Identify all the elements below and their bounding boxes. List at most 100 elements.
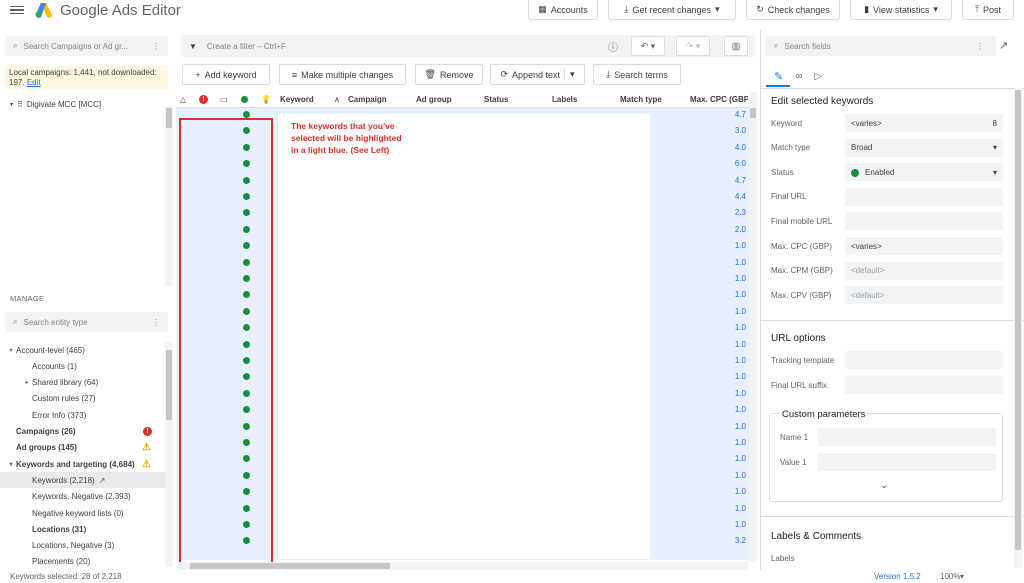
entity-item[interactable]: Campaigns (26)! <box>0 424 165 440</box>
max-cpc-cell[interactable]: 1.0 <box>722 323 746 332</box>
entity-item[interactable]: Custom rules (27) <box>0 391 165 407</box>
search-terms-button[interactable]: ⤓ Search terms <box>593 64 681 85</box>
field-value[interactable] <box>845 212 1003 231</box>
value1-value[interactable] <box>818 453 996 471</box>
max-cpc-cell[interactable]: 4.7 <box>722 176 746 185</box>
menu-icon[interactable] <box>10 5 24 15</box>
max-cpc-cell[interactable]: 1.0 <box>722 422 746 431</box>
col-max-cpc[interactable]: Max. CPC (GBP) <box>690 95 748 104</box>
get-recent-changes-button[interactable]: ⤓ Get recent changes ▾ <box>608 0 736 20</box>
field-value[interactable]: Enabled ▾ <box>845 163 1003 182</box>
open-external-icon[interactable]: ↗ <box>999 39 1008 52</box>
post-button[interactable]: ⤒ Post <box>962 0 1014 20</box>
columns-button[interactable]: ▥ <box>724 36 748 56</box>
entity-item[interactable]: ▾ Account-level (465) <box>0 342 165 358</box>
max-cpc-cell[interactable]: 1.0 <box>722 504 746 513</box>
grid-vscrollbar[interactable] <box>749 92 757 562</box>
suffix-value[interactable] <box>845 376 1003 394</box>
help-icon[interactable]: ⓘ <box>608 39 618 54</box>
grid-hscrollbar[interactable] <box>178 562 748 570</box>
accounts-button[interactable]: ▦ Accounts <box>528 0 598 20</box>
add-keyword-button[interactable]: + Add keyword <box>182 64 270 85</box>
edit-field[interactable]: Final URL <box>771 187 1003 206</box>
filter-input[interactable]: ▼ Create a filter – Ctrl+F <box>181 35 755 57</box>
chevron-down-icon[interactable]: ▾ <box>960 572 964 581</box>
entity-search-input[interactable]: ⌕ Search entity type ⋮ <box>5 312 168 332</box>
hint-column-icon[interactable]: 💡 <box>261 95 271 104</box>
edit-field[interactable]: Match type Broad ▾ <box>771 138 1003 157</box>
max-cpc-cell[interactable]: 1.0 <box>722 438 746 447</box>
max-cpc-cell[interactable]: 2.3 <box>722 208 746 217</box>
max-cpc-cell[interactable]: 1.0 <box>722 274 746 283</box>
entity-item[interactable]: Ad groups (145) ⚠ <box>0 440 165 456</box>
entity-item[interactable]: Keywords, Negative (2,393) <box>0 489 165 505</box>
entity-item[interactable]: ▸ Shared library (64) <box>0 375 165 391</box>
view-statistics-button[interactable]: ▮ View statistics ▾ <box>850 0 952 20</box>
sort-asc-icon[interactable]: ∧ <box>334 95 340 104</box>
comment-column-icon[interactable]: ▭ <box>220 95 228 104</box>
chevron-right-icon[interactable]: ▸ <box>22 379 32 386</box>
entity-item[interactable]: Locations, Negative (3) <box>0 538 165 554</box>
col-ad-group[interactable]: Ad group <box>416 95 452 104</box>
more-vert-icon[interactable]: ⋮ <box>152 318 160 327</box>
edit-link[interactable]: Edit <box>27 78 41 87</box>
entity-scrollbar[interactable] <box>165 342 173 567</box>
chevron-down-icon[interactable]: ▾ <box>6 347 16 354</box>
more-vert-icon[interactable]: ⋮ <box>976 42 984 51</box>
field-value[interactable]: <varies> 8 <box>845 114 1003 132</box>
entity-item[interactable]: ▾ Keywords and targeting (4,684) ⚠ <box>0 456 165 472</box>
field-search-input[interactable]: ⌕ Search fields ⋮ <box>766 36 996 56</box>
max-cpc-cell[interactable]: 1.0 <box>722 405 746 414</box>
edit-field[interactable]: Max. CPC (GBP) <varies> <box>771 237 1003 255</box>
chevron-down-icon[interactable]: ▾ <box>6 461 16 468</box>
more-vert-icon[interactable]: ⋮ <box>152 42 160 51</box>
link-icon[interactable]: ∞ <box>795 71 802 82</box>
version-link[interactable]: Version 1.5.2 <box>874 572 921 581</box>
final-url-suffix-field[interactable]: Final URL suffix <box>771 376 1003 394</box>
edit-field[interactable]: Max. CPM (GBP) <default> <box>771 261 1003 280</box>
entity-item[interactable]: Negative keyword lists (0) <box>0 505 165 521</box>
field-value[interactable]: <varies> <box>845 237 1003 255</box>
check-changes-button[interactable]: ↻ Check changes <box>746 0 840 20</box>
max-cpc-cell[interactable]: 1.0 <box>722 307 746 316</box>
campaign-search-input[interactable]: ⌕ Search Campaigns or Ad gr... ⋮ <box>5 36 168 56</box>
field-value[interactable]: <default> <box>845 261 1003 280</box>
max-cpc-cell[interactable]: 1.0 <box>722 241 746 250</box>
max-cpc-cell[interactable]: 1.0 <box>722 454 746 463</box>
edit-field[interactable]: Keyword <varies> 8 <box>771 114 1003 132</box>
col-match-type[interactable]: Match type <box>620 95 662 104</box>
max-cpc-cell[interactable]: 2.0 <box>722 225 746 234</box>
tree-scrollbar[interactable] <box>165 106 173 286</box>
max-cpc-cell[interactable]: 1.0 <box>722 520 746 529</box>
max-cpc-cell[interactable]: 1.0 <box>722 372 746 381</box>
entity-item[interactable]: Accounts (1) <box>0 358 165 374</box>
edit-field[interactable]: Final mobile URL <box>771 212 1003 231</box>
make-multiple-changes-button[interactable]: ≡ Make multiple changes <box>279 64 406 85</box>
max-cpc-cell[interactable]: 1.0 <box>722 340 746 349</box>
field-value[interactable]: <default> <box>845 286 1003 305</box>
col-keyword[interactable]: Keyword <box>280 95 314 104</box>
max-cpc-cell[interactable]: 1.0 <box>722 487 746 496</box>
chevron-down-icon[interactable]: ▾ <box>564 69 575 80</box>
max-cpc-cell[interactable]: 1.0 <box>722 356 746 365</box>
max-cpc-cell[interactable]: 4.7 <box>722 110 746 119</box>
col-status[interactable]: Status <box>484 95 508 104</box>
error-column-icon[interactable]: ! <box>199 95 208 104</box>
entity-item[interactable]: Placements (20) <box>0 554 165 570</box>
max-cpc-cell[interactable]: 3.0 <box>722 126 746 135</box>
max-cpc-cell[interactable]: 4.4 <box>722 192 746 201</box>
tracking-value[interactable] <box>845 351 1003 369</box>
remove-button[interactable]: 🗑 Remove <box>415 64 483 85</box>
value1-field[interactable]: Value 1 <box>780 453 996 471</box>
open-external-icon[interactable]: ↗ <box>99 476 106 485</box>
max-cpc-cell[interactable]: 6.0 <box>722 159 746 168</box>
edit-panel-scrollbar[interactable] <box>1014 88 1022 568</box>
max-cpc-cell[interactable]: 1.0 <box>722 258 746 267</box>
status-column-icon[interactable] <box>241 96 248 103</box>
entity-item[interactable]: Locations (31) <box>0 521 165 537</box>
undo-button[interactable]: ↶ ▾ <box>631 36 665 56</box>
col-labels[interactable]: Labels <box>552 95 577 104</box>
entity-item[interactable]: Keywords (2,218) ↗ <box>0 472 165 489</box>
zoom-level[interactable]: 100% <box>940 572 960 581</box>
edit-pencil-icon[interactable]: ✎ <box>774 70 783 83</box>
